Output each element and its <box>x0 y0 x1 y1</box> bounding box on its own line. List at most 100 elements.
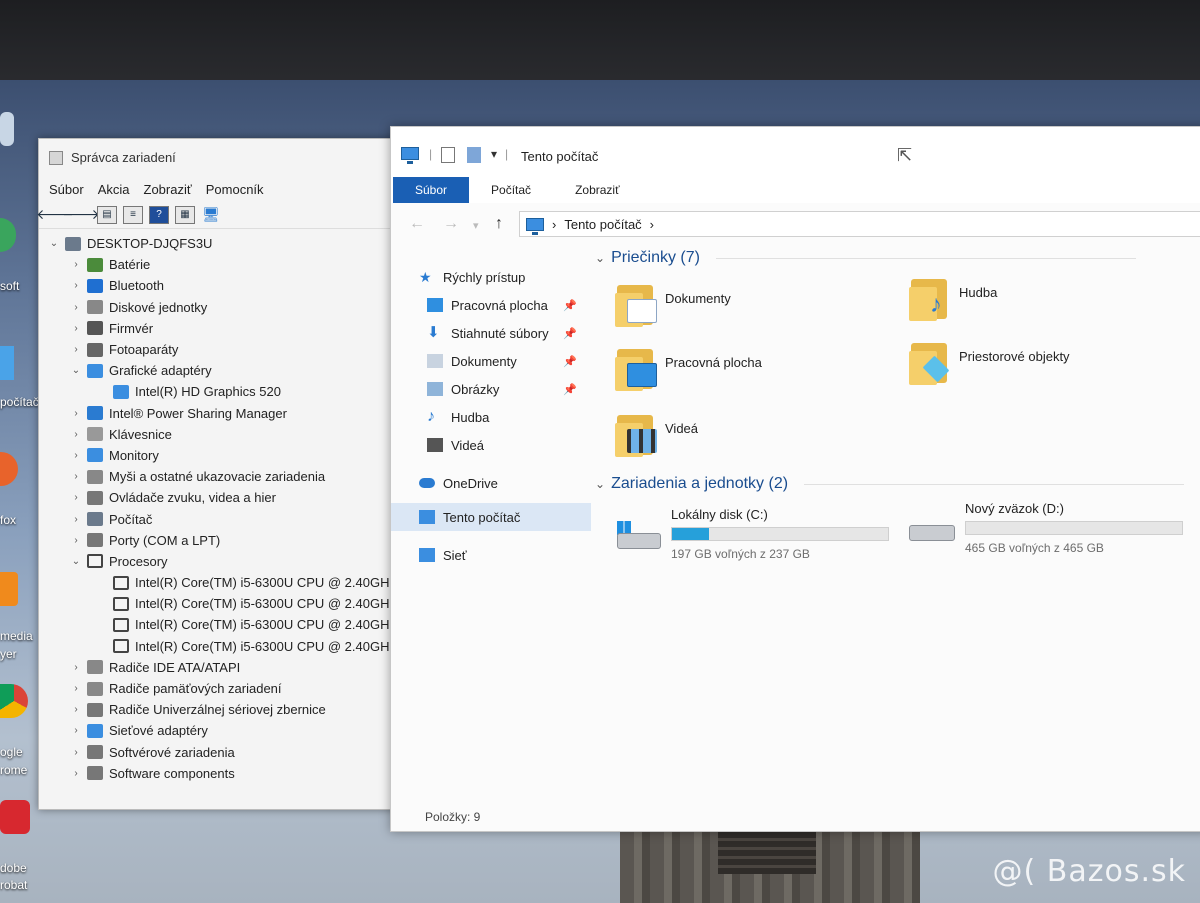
nav-item-documents[interactable]: Dokumenty 📌 <box>391 347 591 375</box>
tree-node[interactable]: › Klávesnice <box>47 424 409 445</box>
edge-browser-icon[interactable] <box>0 218 38 252</box>
expand-arrow-icon[interactable]: › <box>69 344 83 355</box>
collapse-arrow-icon[interactable]: ⌄ <box>69 556 83 567</box>
recent-locations-icon[interactable]: ▾ <box>473 219 479 232</box>
folder-documents[interactable]: Dokumenty <box>615 279 895 335</box>
up-icon[interactable]: ↑ <box>495 215 503 233</box>
expand-arrow-icon[interactable]: › <box>69 662 83 673</box>
firefox-icon[interactable] <box>0 452 38 486</box>
tree-node[interactable]: ⌄ Procesory <box>47 551 409 572</box>
this-pc-desktop-icon[interactable] <box>0 346 38 380</box>
tree-node[interactable]: › Radiče pamäťových zariadení <box>47 678 409 699</box>
tree-node[interactable]: › Batérie <box>47 254 409 275</box>
drives-group-header[interactable]: ⌄ Zariadenia a jednotky (2) <box>595 475 1185 493</box>
vlc-player-icon[interactable] <box>0 572 38 606</box>
expand-arrow-icon[interactable]: › <box>69 683 83 694</box>
menu-action[interactable]: Akcia <box>98 182 130 197</box>
menu-help[interactable]: Pomocník <box>206 182 264 197</box>
forward-icon[interactable]: → <box>443 215 459 233</box>
nav-item-cloud[interactable]: OneDrive <box>391 469 591 497</box>
properties-quick-icon[interactable] <box>441 147 455 165</box>
tree-node[interactable]: Intel(R) HD Graphics 520 <box>47 381 409 402</box>
expand-arrow-icon[interactable]: › <box>69 302 83 313</box>
help-icon[interactable]: ? <box>149 205 169 224</box>
tree-node[interactable]: ⌄ Grafické adaptéry <box>47 360 409 381</box>
expand-arrow-icon[interactable]: › <box>69 471 83 482</box>
pin-icon[interactable]: 📌 <box>563 327 577 340</box>
address-bar[interactable]: › Tento počítač › <box>519 211 1200 237</box>
tree-node[interactable]: › Diskové jednotky <box>47 297 409 318</box>
tree-node[interactable]: › Firmvér <box>47 318 409 339</box>
tab-computer[interactable]: Počítač <box>469 177 553 203</box>
device-manager-titlebar[interactable]: Správca zariadení <box>39 139 409 177</box>
tab-view[interactable]: Zobraziť <box>553 177 642 203</box>
tree-node[interactable]: › Radiče Univerzálnej sériovej zbernice <box>47 699 409 720</box>
tree-node[interactable]: Intel(R) Core(TM) i5-6300U CPU @ 2.40GHz <box>47 614 409 635</box>
adobe-acrobat-icon[interactable] <box>0 800 38 834</box>
expand-arrow-icon[interactable]: › <box>69 429 83 440</box>
chrome-icon[interactable] <box>0 684 38 718</box>
tree-node[interactable]: › Fotoaparáty <box>47 339 409 360</box>
details-view-icon[interactable]: ▦ <box>175 205 195 224</box>
nav-item-star[interactable]: ★ Rýchly prístup <box>391 263 591 291</box>
tree-node[interactable]: › Myši a ostatné ukazovacie zariadenia <box>47 466 409 487</box>
expand-arrow-icon[interactable]: › <box>69 408 83 419</box>
expand-arrow-icon[interactable]: › <box>69 535 83 546</box>
expand-arrow-icon[interactable]: › <box>69 725 83 736</box>
explorer-titlebar[interactable]: | ▾ | Tento počítač ⇱ <box>391 127 1200 177</box>
expand-arrow-icon[interactable]: › <box>69 450 83 461</box>
tab-file[interactable]: Súbor <box>393 177 470 203</box>
pin-icon[interactable]: 📌 <box>563 355 577 368</box>
nav-item-desktop[interactable]: Pracovná plocha 📌 <box>391 291 591 319</box>
new-folder-quick-icon[interactable] <box>467 147 481 165</box>
tree-node[interactable]: › Softvérové zariadenia <box>47 742 409 763</box>
tree-node[interactable]: › Sieťové adaptéry <box>47 720 409 741</box>
tree-node[interactable]: ⌄ DESKTOP-DJQFS3U <box>47 233 409 254</box>
tree-node[interactable]: Intel(R) Core(TM) i5-6300U CPU @ 2.40GHz <box>47 593 409 614</box>
tree-node[interactable]: › Počítač <box>47 508 409 529</box>
drive-c[interactable]: Lokálny disk (C:) 197 GB voľných z 237 G… <box>613 507 903 567</box>
expand-arrow-icon[interactable]: › <box>69 492 83 503</box>
pin-icon[interactable]: 📌 <box>563 383 577 396</box>
folder-music[interactable]: ♪ Hudba <box>909 273 1189 329</box>
expand-arrow-icon[interactable]: › <box>69 259 83 270</box>
expand-arrow-icon[interactable]: › <box>69 514 83 525</box>
drive-d[interactable]: Nový zväzok (D:) 465 GB voľných z 465 GB <box>907 501 1197 561</box>
tree-node[interactable]: › Ovládače zvuku, videa a hier <box>47 487 409 508</box>
nav-item-pictures[interactable]: Obrázky 📌 <box>391 375 591 403</box>
nav-item-videos[interactable]: Videá <box>391 431 591 459</box>
properties-icon[interactable]: ≡ <box>123 205 143 224</box>
device-manager-window[interactable]: Správca zariadení Súbor Akcia Zobraziť P… <box>36 138 410 810</box>
collapse-chevron-icon[interactable]: ⌄ <box>595 251 605 265</box>
properties-view-icon[interactable]: ▤ <box>97 205 117 224</box>
nav-item-download[interactable]: ⬇ Stiahnuté súbory 📌 <box>391 319 591 347</box>
expand-arrow-icon[interactable]: › <box>69 280 83 291</box>
tree-node[interactable]: › Monitory <box>47 445 409 466</box>
chevron-right-icon[interactable]: › <box>650 217 654 232</box>
menu-file[interactable]: Súbor <box>49 182 84 197</box>
file-explorer-window[interactable]: | ▾ | Tento počítač ⇱ Súbor Počítač Zobr… <box>390 126 1200 832</box>
scan-hardware-icon[interactable]: 🖥 <box>201 206 221 224</box>
tree-node[interactable]: Intel(R) Core(TM) i5-6300U CPU @ 2.40GHz <box>47 572 409 593</box>
tree-node[interactable]: › Bluetooth <box>47 275 409 296</box>
back-icon[interactable]: ← <box>409 215 425 233</box>
folder-3d-objects[interactable]: Priestorové objekty <box>909 337 1189 393</box>
pin-icon[interactable]: 📌 <box>563 299 577 312</box>
tree-node[interactable]: › Software components <box>47 763 409 784</box>
nav-item-music[interactable]: ♪ Hudba <box>391 403 591 431</box>
expand-arrow-icon[interactable]: › <box>69 768 83 779</box>
tree-node[interactable]: › Porty (COM a LPT) <box>47 530 409 551</box>
menu-view[interactable]: Zobraziť <box>144 182 192 197</box>
expand-arrow-icon[interactable]: › <box>69 747 83 758</box>
nav-item-network[interactable]: Sieť <box>391 541 591 569</box>
nav-item-this-pc[interactable]: Tento počítač <box>391 503 591 531</box>
tree-node[interactable]: Intel(R) Core(TM) i5-6300U CPU @ 2.40GHz <box>47 636 409 657</box>
folder-desktop[interactable]: Pracovná plocha <box>615 343 895 399</box>
collapse-chevron-icon[interactable]: ⌄ <box>595 477 605 491</box>
expand-arrow-icon[interactable]: › <box>69 323 83 334</box>
collapse-arrow-icon[interactable]: ⌄ <box>47 238 61 249</box>
folder-videos[interactable]: Videá <box>615 409 895 465</box>
tree-node[interactable]: › Radiče IDE ATA/ATAPI <box>47 657 409 678</box>
quick-access-dropdown-icon[interactable]: ▾ <box>491 147 497 165</box>
tree-node[interactable]: › Intel® Power Sharing Manager <box>47 403 409 424</box>
